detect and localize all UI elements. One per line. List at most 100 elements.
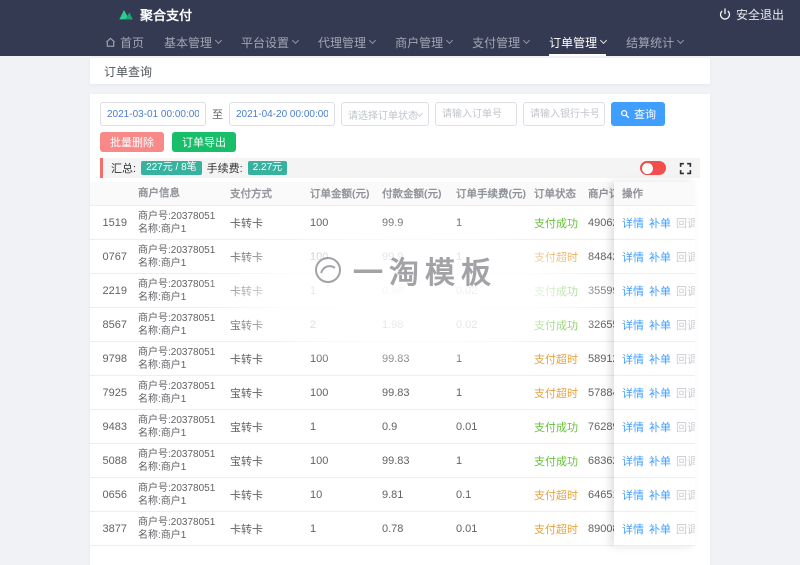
callback-link[interactable]: 回调 bbox=[676, 283, 695, 299]
end-date-input[interactable] bbox=[229, 102, 335, 126]
fixed-operations-column: 操作 详情 补单 回调 详情 补单 回调 详情 补单 回调 详情 补单 回调 详情 补单 回调 详情 补单 回调详… bbox=[614, 182, 695, 546]
col-paid-amount: 付款金额(元) bbox=[382, 188, 442, 200]
reissue-link[interactable]: 补单 bbox=[649, 521, 671, 537]
order-status: 支付成功 bbox=[534, 217, 578, 230]
reissue-link[interactable]: 补单 bbox=[649, 249, 671, 265]
col-merchant-info: 商户信息 bbox=[138, 187, 180, 199]
detail-link[interactable]: 详情 bbox=[622, 215, 644, 231]
nav-label: 商户管理 bbox=[395, 35, 444, 50]
callback-link[interactable]: 回调 bbox=[676, 419, 695, 435]
chevron-down-icon bbox=[416, 109, 424, 117]
nav-item-order-management[interactable]: 订单管理 bbox=[549, 28, 608, 56]
row-actions: 详情 补单 回调 bbox=[614, 453, 695, 469]
fullscreen-icon[interactable] bbox=[679, 162, 692, 175]
order-status-select[interactable]: 请选择订单状态 bbox=[341, 102, 429, 126]
order-export-button[interactable]: 订单导出 bbox=[172, 132, 236, 152]
merchant-info: 商户号:20378051 名称:商户1 bbox=[138, 278, 216, 303]
nav-item-agent-management[interactable]: 代理管理 bbox=[318, 28, 377, 56]
nav-item-merchant-management[interactable]: 商户管理 bbox=[395, 28, 454, 56]
callback-link[interactable]: 回调 bbox=[676, 521, 695, 537]
detail-link[interactable]: 详情 bbox=[622, 249, 644, 265]
reissue-link[interactable]: 补单 bbox=[649, 419, 671, 435]
order-amount: 1 bbox=[310, 420, 317, 433]
reissue-link[interactable]: 补单 bbox=[649, 317, 671, 333]
nav-item-payment-management[interactable]: 支付管理 bbox=[472, 28, 531, 56]
order-no-input[interactable] bbox=[435, 102, 517, 126]
callback-link[interactable]: 回调 bbox=[676, 453, 695, 469]
nav-item-basic-management[interactable]: 基本管理 bbox=[164, 28, 223, 56]
nav-item-settlement-stats[interactable]: 结算统计 bbox=[626, 28, 685, 56]
col-order-status: 订单状态 bbox=[534, 188, 576, 200]
merchant-info: 商户号:20378051 名称:商户1 bbox=[138, 448, 216, 473]
detail-link[interactable]: 详情 bbox=[622, 283, 644, 299]
pay-type: 卡转卡 bbox=[230, 489, 263, 502]
bank-card-input[interactable] bbox=[523, 102, 605, 126]
order-amount: 100 bbox=[310, 250, 329, 263]
auto-refresh-toggle[interactable] bbox=[640, 161, 666, 175]
summary-total-badge: 227元 / 8笔 bbox=[141, 161, 202, 175]
order-amount: 100 bbox=[310, 386, 329, 399]
nav-label: 代理管理 bbox=[318, 35, 367, 50]
reissue-link[interactable]: 补单 bbox=[649, 215, 671, 231]
topbar: 聚合支付 安全退出 bbox=[0, 0, 800, 28]
nav-item-home[interactable]: 首页 bbox=[105, 28, 144, 56]
nav-item-platform-settings[interactable]: 平台设置 bbox=[241, 28, 300, 56]
order-no: 5088 bbox=[102, 454, 127, 467]
select-placeholder: 请选择订单状态 bbox=[348, 110, 418, 122]
chevron-down-icon bbox=[446, 36, 454, 45]
col-pay-type: 支付方式 bbox=[230, 188, 272, 200]
detail-link[interactable]: 详情 bbox=[622, 385, 644, 401]
detail-link[interactable]: 详情 bbox=[622, 521, 644, 537]
paid-amount: 0.9 bbox=[382, 420, 398, 433]
pay-type: 卡转卡 bbox=[230, 285, 263, 298]
reissue-link[interactable]: 补单 bbox=[649, 385, 671, 401]
detail-link[interactable]: 详情 bbox=[622, 317, 644, 333]
search-label: 查询 bbox=[634, 109, 656, 121]
detail-link[interactable]: 详情 bbox=[622, 487, 644, 503]
reissue-link[interactable]: 补单 bbox=[649, 351, 671, 367]
paid-amount: 9.81 bbox=[382, 488, 404, 501]
logout-label: 安全退出 bbox=[735, 7, 784, 22]
reissue-link[interactable]: 补单 bbox=[649, 283, 671, 299]
batch-delete-button[interactable]: 批量删除 bbox=[100, 132, 164, 152]
table-row-actions: 详情 补单 回调 bbox=[614, 342, 695, 376]
order-fee: 0.1 bbox=[456, 488, 472, 501]
order-amount: 1 bbox=[310, 284, 317, 297]
detail-link[interactable]: 详情 bbox=[622, 419, 644, 435]
table-row-actions: 详情 补单 回调 bbox=[614, 512, 695, 546]
toggle-knob bbox=[641, 162, 653, 174]
page-title: 订单查询 bbox=[104, 64, 153, 79]
callback-link[interactable]: 回调 bbox=[676, 487, 695, 503]
detail-link[interactable]: 详情 bbox=[622, 351, 644, 367]
callback-link[interactable]: 回调 bbox=[676, 215, 695, 231]
paid-amount: 99.9 bbox=[382, 216, 404, 229]
reissue-link[interactable]: 补单 bbox=[649, 453, 671, 469]
start-date-input[interactable] bbox=[100, 102, 206, 126]
order-status: 支付超时 bbox=[534, 387, 578, 400]
table-row-actions: 详情 补单 回调 bbox=[614, 410, 695, 444]
detail-link[interactable]: 详情 bbox=[622, 453, 644, 469]
chevron-down-icon bbox=[523, 36, 531, 45]
search-button[interactable]: 查询 bbox=[611, 102, 665, 126]
order-status: 支付超时 bbox=[534, 523, 578, 536]
row-actions: 详情 补单 回调 bbox=[614, 385, 695, 401]
table-scroll-area[interactable]: 商户信息 支付方式 订单金额(元) 付款金额(元) 订单手续费(元) 订单状态 … bbox=[90, 182, 695, 546]
order-no: 9798 bbox=[102, 352, 127, 365]
callback-link[interactable]: 回调 bbox=[676, 351, 695, 367]
brand-logo-icon bbox=[119, 10, 133, 20]
order-status: 支付超时 bbox=[534, 251, 578, 264]
callback-link[interactable]: 回调 bbox=[676, 249, 695, 265]
table-header: 商户信息 支付方式 订单金额(元) 付款金额(元) 订单手续费(元) 订单状态 … bbox=[90, 182, 695, 206]
table-row: 7925 商户号:20378051 名称:商户1 宝转卡 100 99.83 1 支付超时 57… bbox=[90, 376, 695, 410]
order-amount: 100 bbox=[310, 216, 329, 229]
order-no: 8567 bbox=[102, 318, 127, 331]
paid-amount: 99.83 bbox=[382, 454, 410, 467]
table-row-actions: 详情 补单 回调 bbox=[614, 376, 695, 410]
pay-type: 卡转卡 bbox=[230, 523, 263, 536]
callback-link[interactable]: 回调 bbox=[676, 385, 695, 401]
order-no: 1519 bbox=[102, 216, 127, 229]
logout-button[interactable]: 安全退出 bbox=[719, 6, 784, 23]
callback-link[interactable]: 回调 bbox=[676, 317, 695, 333]
reissue-link[interactable]: 补单 bbox=[649, 487, 671, 503]
pay-type: 宝转卡 bbox=[230, 387, 263, 400]
